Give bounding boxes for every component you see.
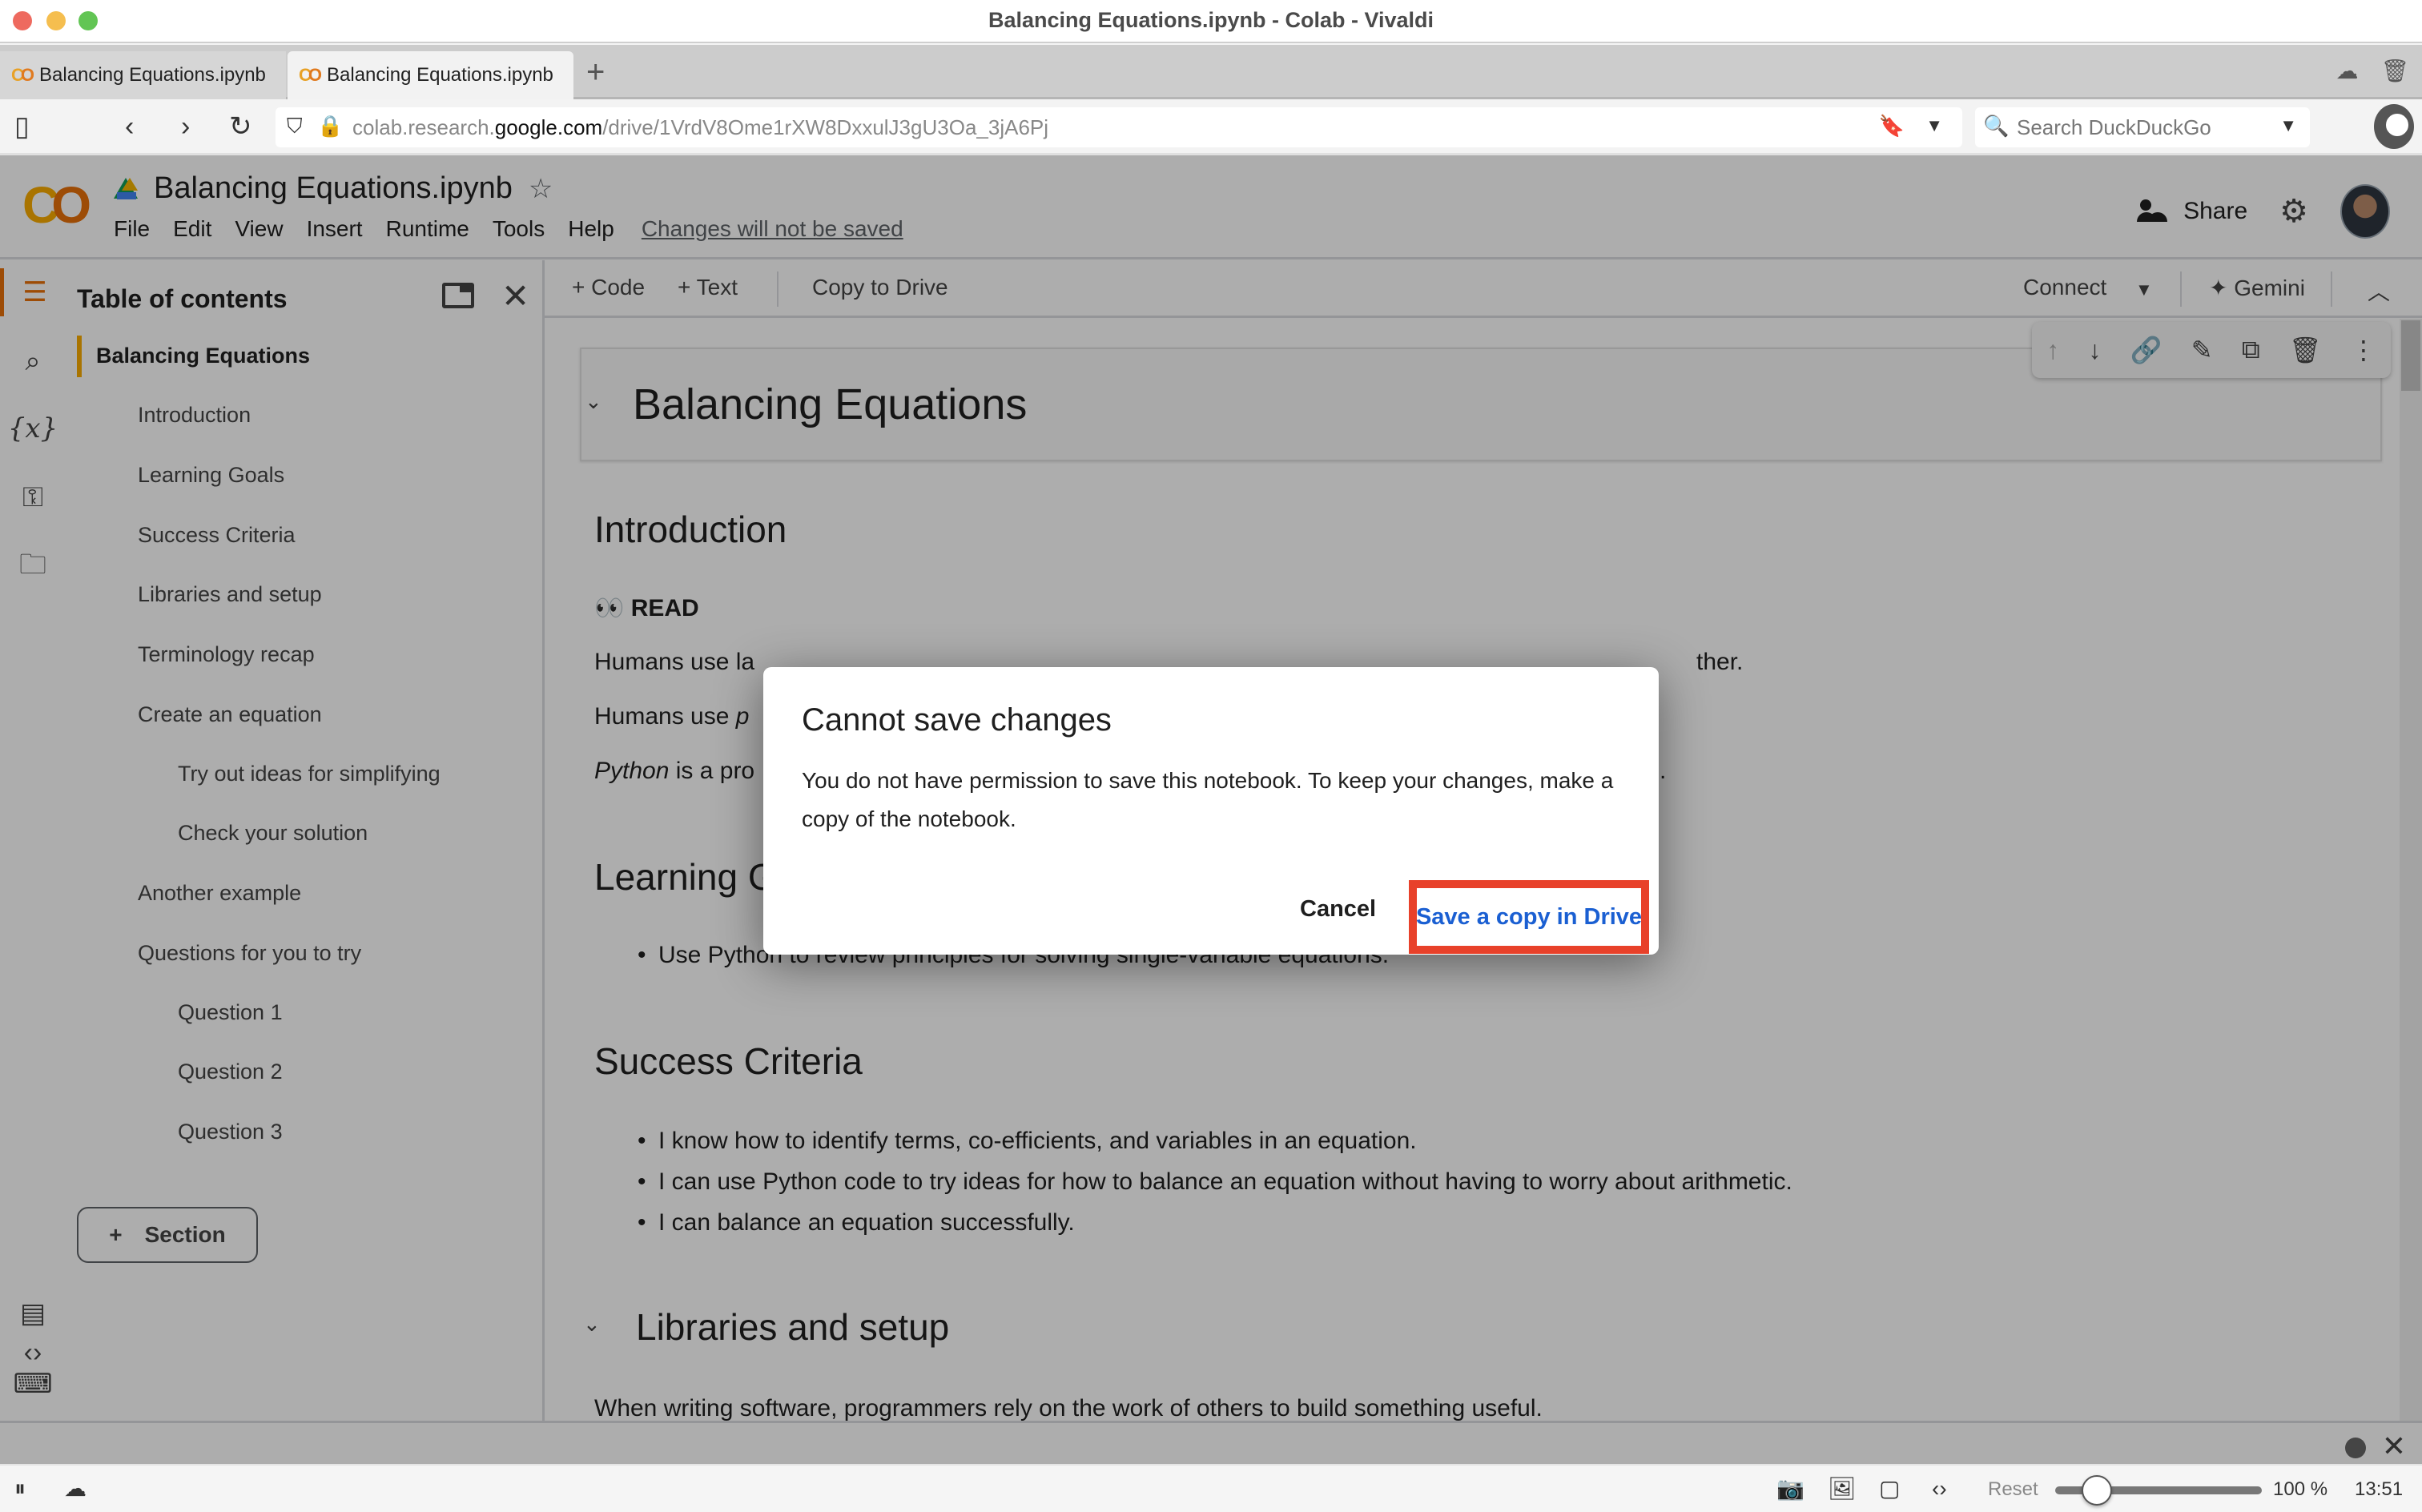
browser-profile-icon[interactable] <box>2374 104 2414 149</box>
browser-status-bar: ⏸ ☁ 📷 🖼 ▢ ‹› Reset 100 % 13:51 <box>0 1464 2422 1512</box>
url-host: google.com <box>494 115 603 139</box>
url-prefix: colab.research. <box>352 115 495 139</box>
clock: 13:51 <box>2355 1478 2404 1500</box>
search-engine-input[interactable]: 🔍 Search DuckDuckGo ▼ <box>1975 107 2310 147</box>
sidebar-toggle-icon[interactable]: ▯ <box>14 109 30 144</box>
tab-label: Balancing Equations.ipynb <box>39 64 266 86</box>
tab-label: Balancing Equations.ipynb <box>327 64 553 86</box>
panel-toggle-icon[interactable]: ⏸ <box>14 1475 26 1502</box>
tab-bar: CO Balancing Equations.ipynb CO Balancin… <box>0 45 2422 99</box>
chevron-down-icon[interactable]: ▼ <box>2279 115 2297 136</box>
colab-favicon-icon: CO <box>11 65 34 85</box>
image-icon[interactable]: 🖼 <box>1828 1475 1857 1502</box>
lock-icon[interactable]: 🔒 <box>317 114 343 139</box>
chevron-down-icon[interactable]: ▼ <box>1925 115 1943 136</box>
address-bar-row: ▯ ‹ › ↻ ⛉ 🔒 colab.research. google.com/dr… <box>0 99 2422 155</box>
save-copy-highlight: Save a copy in Drive <box>1409 880 1649 954</box>
search-icon: 🔍 <box>1983 114 2010 138</box>
forward-button[interactable]: › <box>181 109 190 144</box>
dialog-message: You do not have permission to save this … <box>802 768 1614 831</box>
zoom-slider-thumb[interactable] <box>2081 1475 2112 1506</box>
reload-button[interactable]: ↻ <box>229 109 252 144</box>
window-title: Balancing Equations.ipynb - Colab - Viva… <box>988 8 1434 32</box>
cannot-save-dialog: Cannot save changes You do not have perm… <box>763 667 1659 955</box>
search-placeholder: Search DuckDuckGo <box>2017 115 2211 139</box>
trash-icon[interactable]: 🗑 <box>2380 58 2409 84</box>
back-button[interactable]: ‹ <box>125 109 134 144</box>
zoom-slider[interactable] <box>2055 1475 2262 1506</box>
new-tab-button[interactable]: + <box>586 56 605 88</box>
bookmark-icon[interactable]: 🔖 <box>1879 114 1905 139</box>
code-icon[interactable]: ‹› <box>1932 1475 1947 1502</box>
camera-icon[interactable]: 📷 <box>1776 1475 1804 1502</box>
dialog-title: Cannot save changes <box>802 702 1112 738</box>
browser-tab[interactable]: CO Balancing Equations.ipynb <box>0 51 286 99</box>
colab-favicon-icon: CO <box>299 65 322 85</box>
browser-tab-active[interactable]: CO Balancing Equations.ipynb <box>288 51 573 99</box>
tile-layout-icon[interactable]: ▢ <box>1879 1475 1900 1502</box>
cloud-icon[interactable]: ☁ <box>64 1475 86 1502</box>
cancel-button[interactable]: Cancel <box>1300 896 1376 923</box>
zoom-reset-button[interactable]: Reset <box>1988 1478 2038 1501</box>
save-copy-in-drive-button[interactable]: Save a copy in Drive <box>1416 904 1642 931</box>
url-path: /drive/1VrdV8Ome1rXW8DxxulJ3gU3Oa_3jA6Pj <box>602 115 1049 139</box>
url-input[interactable]: ⛉ 🔒 colab.research. google.com/drive/1Vrd… <box>276 107 1962 147</box>
zoom-level: 100 % <box>2273 1478 2328 1500</box>
shield-icon[interactable]: ⛉ <box>287 114 303 139</box>
window-titlebar: Balancing Equations.ipynb - Colab - Viva… <box>0 0 2422 43</box>
cloud-sync-icon[interactable]: ☁ <box>2336 58 2358 84</box>
